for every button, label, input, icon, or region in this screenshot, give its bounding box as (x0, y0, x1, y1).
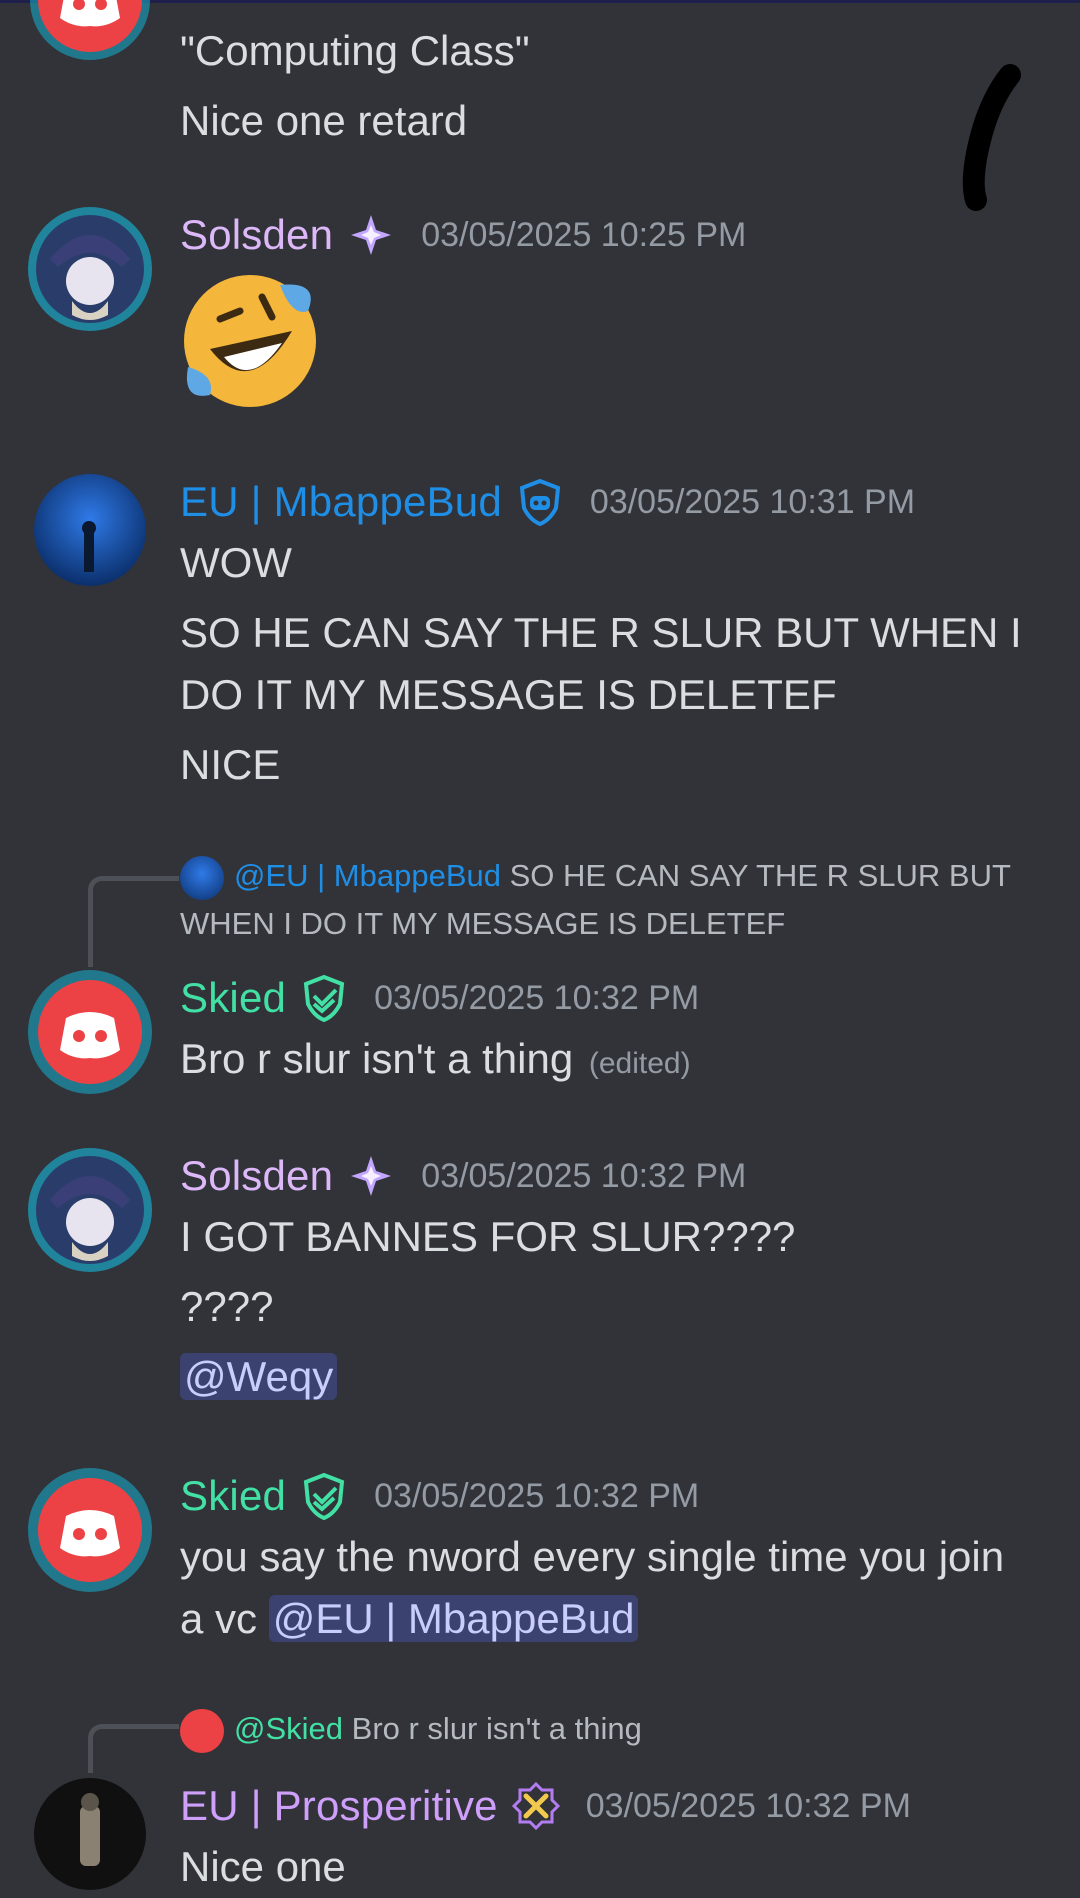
reply-connector (88, 876, 179, 967)
reply-preview[interactable]: @EU | MbappeBud SO HE CAN SAY THE R SLUR… (180, 852, 1060, 948)
avatar-skied[interactable] (26, 1466, 154, 1594)
username[interactable]: Solsden (180, 1152, 333, 1200)
message-text: DO IT MY MESSAGE IS DELETEF (180, 671, 837, 718)
username[interactable]: EU | Prosperitive (180, 1782, 498, 1830)
reply-text: Bro r slur isn't a thing (351, 1711, 642, 1746)
message-text: NICE (180, 741, 281, 788)
reply-avatar (180, 1708, 224, 1753)
reply-connector (88, 1724, 179, 1773)
reply-text: WHEN I DO IT MY MESSAGE IS DELETEF (180, 906, 786, 941)
message-text: WOW (180, 539, 292, 586)
anime-avatar-icon (28, 207, 152, 331)
dark-photo-avatar-icon (34, 1778, 146, 1890)
shield-check-icon (300, 974, 348, 1022)
username[interactable]: Skied (180, 1472, 286, 1520)
avatar-solsden[interactable] (26, 205, 154, 333)
avatar-skied[interactable] (26, 0, 154, 64)
sparkle-icon (347, 1152, 395, 1200)
shield-check-icon (300, 1472, 348, 1520)
reply-avatar (180, 855, 224, 900)
top-divider (0, 0, 1080, 3)
message-text: Bro r slur isn't a thing (180, 1035, 574, 1082)
timestamp: 03/05/2025 10:32 PM (421, 1156, 747, 1195)
reply-username[interactable]: @EU | MbappeBud (234, 858, 501, 893)
edited-label: (edited) (588, 1047, 691, 1080)
avatar-prosperitive[interactable] (32, 1776, 148, 1892)
timestamp: 03/05/2025 10:32 PM (374, 978, 700, 1017)
user-mention[interactable]: @Weqy (180, 1353, 338, 1400)
username[interactable]: Solsden (180, 211, 333, 259)
discord-logo-icon (30, 0, 150, 60)
timestamp: 03/05/2025 10:25 PM (421, 215, 747, 254)
avatar-skied[interactable] (26, 968, 154, 1096)
message-text: you say the nword every single time you … (180, 1533, 1005, 1580)
avatar-solsden[interactable] (26, 1146, 154, 1274)
username[interactable]: EU | MbappeBud (180, 478, 502, 526)
timestamp: 03/05/2025 10:32 PM (585, 1786, 911, 1825)
message-text: ???? (180, 1283, 274, 1330)
crossed-swords-icon (511, 1782, 560, 1830)
message-text: Nice one retard (180, 97, 468, 144)
username[interactable]: Skied (180, 974, 286, 1022)
message-text: "Computing Class" (180, 27, 530, 74)
user-mention[interactable]: @EU | MbappeBud (268, 1595, 639, 1642)
message-text: Nice one (180, 1843, 346, 1890)
message-text: I GOT BANNES FOR SLUR???? (180, 1213, 796, 1260)
timestamp: 03/05/2025 10:32 PM (374, 1476, 700, 1515)
rolling-on-floor-laughing-emoji[interactable] (180, 271, 320, 411)
reply-preview[interactable]: @Skied Bro r slur isn't a thing (180, 1705, 1060, 1753)
reply-text: SO HE CAN SAY THE R SLUR BUT (509, 858, 1011, 893)
discord-logo-icon (28, 970, 152, 1094)
message-text: SO HE CAN SAY THE R SLUR BUT WHEN I (180, 609, 1022, 656)
discord-logo-icon (28, 1468, 152, 1592)
message-text: a vc (180, 1595, 258, 1642)
sparkle-icon (347, 211, 395, 259)
shield-robot-icon (516, 478, 564, 526)
scribble-mark (962, 64, 1021, 211)
avatar-mbappebud[interactable] (32, 472, 148, 588)
timestamp: 03/05/2025 10:31 PM (589, 482, 916, 521)
night-photo-avatar-icon (34, 474, 146, 586)
reply-username[interactable]: @Skied (234, 1711, 343, 1746)
anime-avatar-icon (28, 1148, 152, 1272)
